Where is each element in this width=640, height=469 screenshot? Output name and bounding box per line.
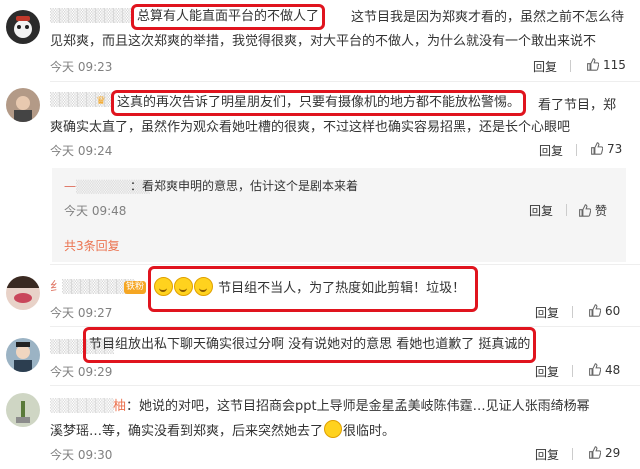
divider <box>570 60 571 72</box>
username-blurred[interactable]: ▒▒▒▒▒▒▒▒▒ <box>50 9 132 24</box>
sub-reply-box: 一▒▒▒▒▒▒▒▒ ：看郑爽申明的意思，估计这个是剧本来着 今天 09:48 回… <box>52 168 626 262</box>
smile-emoji-icon <box>174 277 193 296</box>
timestamp: 今天 09:30 <box>50 448 113 462</box>
fan-badge: 铁粉 <box>124 281 147 294</box>
like-button[interactable]: 48 <box>588 363 620 377</box>
avatar[interactable] <box>6 88 40 122</box>
sub-reply-text: ：看郑爽申明的意思，估计这个是剧本来着 <box>130 179 359 193</box>
divider <box>576 144 577 156</box>
like-count: 29 <box>605 446 621 460</box>
thumbs-up-icon <box>587 58 599 71</box>
avatar-image-icon <box>14 96 32 122</box>
avatar-image-icon <box>14 342 32 372</box>
smile-emoji-icon <box>194 277 213 296</box>
reply-button[interactable]: 回复 <box>533 58 557 75</box>
avatar[interactable] <box>6 338 40 372</box>
avatar-image-icon <box>16 401 30 423</box>
timestamp: 今天 09:23 <box>50 60 113 74</box>
reply-button[interactable]: 回复 <box>539 142 563 159</box>
highlighted-text: 总算有人能直面平台的不做人了 <box>131 4 326 30</box>
timestamp: 今天 09:24 <box>50 144 113 158</box>
timestamp: 今天 09:29 <box>50 365 113 379</box>
avatar[interactable] <box>6 10 40 44</box>
divider <box>50 385 640 386</box>
thumbs-up-icon <box>589 363 601 376</box>
divider <box>572 448 573 460</box>
like-count: 73 <box>607 142 623 156</box>
like-button[interactable]: 29 <box>588 446 620 460</box>
reply-button[interactable]: 回复 <box>535 304 559 321</box>
thinking-emoji-icon <box>324 420 343 438</box>
username[interactable]: 柚 <box>113 399 126 414</box>
username-blurred[interactable]: 纟▒▒▒▒▒▒▒▒ <box>50 276 135 295</box>
comment-text: 看了节目，郑 <box>538 98 617 113</box>
like-button[interactable]: 73 <box>590 142 622 156</box>
timestamp: 今天 09:48 <box>64 204 127 218</box>
comment-text: 溪梦瑶…等，确实没看到郑爽，后来突然她去了 很临时。 <box>50 420 395 439</box>
avatar-image-icon <box>14 16 32 38</box>
reply-button[interactable]: 回复 <box>535 363 559 380</box>
avatar[interactable] <box>6 276 40 310</box>
avatar-image-icon <box>6 276 40 303</box>
comment-text: 这节目我是因为郑爽才看的，虽然之前不怎么待 <box>351 10 625 25</box>
reply-button[interactable]: 回复 <box>535 446 559 463</box>
comment-text: 爽确实太直了，虽然作为观众看她吐槽的很爽，不过这样也确实容易招黑，还是长个心眼吧 <box>50 120 571 135</box>
thumbs-up-icon <box>579 204 591 217</box>
divider <box>50 264 640 265</box>
highlighted-text: 这真的再次告诉了明星朋友们，只要有摄像机的地方都不能放松警惕。 <box>111 90 527 116</box>
like-count: 48 <box>605 363 621 377</box>
like-button[interactable]: 赞 <box>578 202 607 219</box>
thumbs-up-icon <box>589 446 601 459</box>
reply-button[interactable]: 回复 <box>529 202 553 219</box>
highlighted-text: 节目组不当人，为了热度如此剪辑！垃圾！ <box>148 266 478 312</box>
like-label: 赞 <box>595 204 608 218</box>
like-count: 115 <box>603 58 626 72</box>
vip-crown-icon: ♛ <box>96 94 106 107</box>
more-replies-link[interactable]: 共3条回复 <box>64 237 120 254</box>
smile-emoji-icon <box>154 277 173 296</box>
divider <box>572 365 573 377</box>
divider <box>566 204 567 216</box>
like-button[interactable]: 115 <box>586 58 626 72</box>
comment-text: 见郑爽，而且这次郑爽的举措，我觉得很爽，对大平台的不做人，为什么就没有一个敢出来… <box>50 34 597 49</box>
thumbs-up-icon <box>591 142 603 155</box>
like-button[interactable]: 60 <box>588 304 620 318</box>
divider <box>50 81 640 82</box>
thumbs-up-icon <box>589 304 601 317</box>
like-count: 60 <box>605 304 621 318</box>
highlighted-text: 节目组放出私下聊天确实很过分啊 没有说她对的意思 看她也道歉了 挺真诚的 <box>83 327 537 363</box>
avatar[interactable] <box>6 393 40 427</box>
divider <box>572 306 573 318</box>
timestamp: 今天 09:27 <box>50 306 113 320</box>
comment-text: ▒▒▒▒▒▒▒柚：她说的对吧，这节目招商会ppt上导师是金星孟美岐陈伟霆…见证人… <box>50 399 590 414</box>
